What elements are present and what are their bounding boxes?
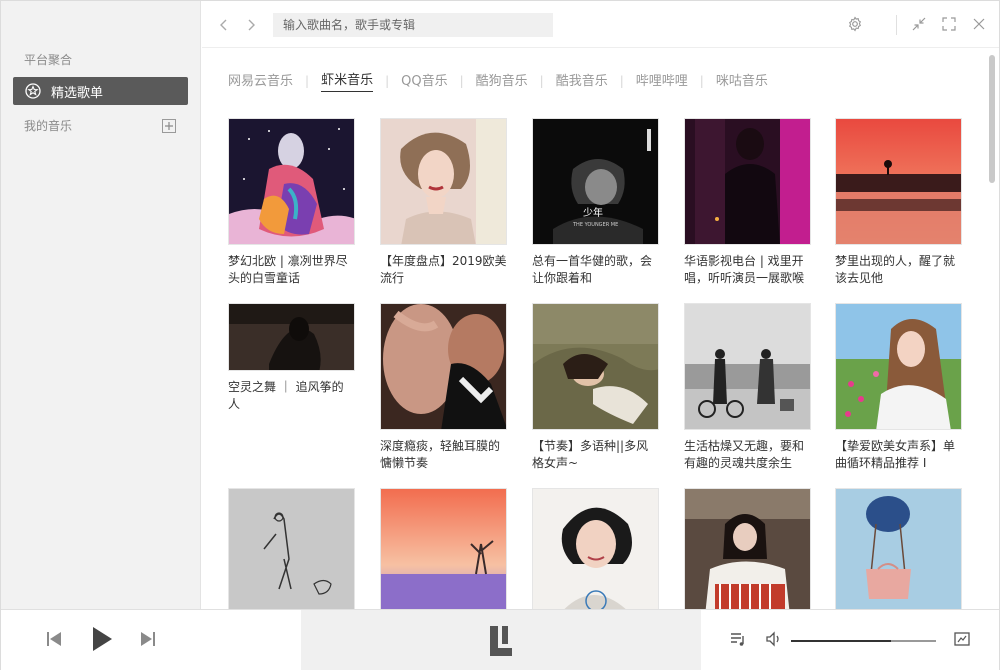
playlist-cover[interactable] [835, 488, 962, 609]
close-icon[interactable] [969, 14, 989, 34]
album3-title-text: 少年 [583, 206, 603, 219]
next-track-icon[interactable] [139, 630, 157, 648]
tab-separator: | [459, 73, 464, 88]
tab-separator: | [539, 73, 544, 88]
playlist-cover[interactable] [228, 303, 355, 371]
volume-icon[interactable] [765, 630, 783, 648]
playlist-card[interactable]: 梦里出现的人，醒了就该去见他 [835, 118, 962, 287]
star-circle-icon [25, 83, 41, 99]
playlist-grid: 梦幻北欧 | 凛冽世界尽头的白雪童话 【年度盘点】2019欧美流行 少年 THE… [228, 118, 968, 609]
playlist-title[interactable]: 梦幻北欧 | 凛冽世界尽头的白雪童话 [228, 253, 355, 287]
playlist-card[interactable] [380, 488, 507, 609]
playlist-cover[interactable] [835, 118, 962, 245]
playlist-title[interactable]: 【年度盘点】2019欧美流行 [380, 253, 507, 287]
player-bar [1, 609, 999, 670]
tab-qq[interactable]: QQ音乐 [401, 70, 447, 92]
tab-separator: | [619, 73, 624, 88]
playlist-card[interactable]: 生活枯燥又无趣，要和有趣的灵魂共度余生 [684, 303, 811, 472]
playlist-card[interactable]: 【挚爱欧美女声系】单曲循环精品推荐 I [835, 303, 962, 472]
sidebar-section-label: 平台聚合 [24, 53, 73, 67]
playlist-card[interactable]: 【节奏】多语种||多风格女声~ [532, 303, 659, 472]
tab-migu[interactable]: 咪咕音乐 [716, 70, 768, 92]
playlist-cover[interactable] [380, 303, 507, 430]
playlist-title[interactable]: 深度瘾痰，轻触耳膜的慵懒节奏 [380, 438, 507, 472]
sidebar-item-featured-playlists[interactable]: 精选歌单 [13, 77, 188, 105]
playlist-cover[interactable] [835, 303, 962, 430]
play-icon[interactable] [91, 626, 113, 652]
add-playlist-icon[interactable] [162, 118, 176, 133]
header-divider [896, 15, 897, 35]
tab-kuwo[interactable]: 酷我音乐 [556, 70, 608, 92]
app-logo-icon [490, 625, 512, 656]
app-window: 平台聚合 精选歌单 我的音乐 输入歌曲名，歌手或专辑 网易云音乐 | 虾米音乐 … [0, 0, 1000, 670]
sidebar: 平台聚合 精选歌单 我的音乐 [1, 1, 201, 609]
playlist-card[interactable]: 空灵之舞 ｜ 追风筝的人 [228, 303, 355, 413]
minimize-icon[interactable] [909, 14, 929, 34]
playlist-title[interactable]: 空灵之舞 ｜ 追风筝的人 [228, 379, 355, 413]
tab-separator: | [305, 73, 310, 88]
playlist-title[interactable]: 梦里出现的人，醒了就该去见他 [835, 253, 962, 287]
forward-arrow-icon[interactable] [243, 15, 259, 35]
header-bar [202, 1, 999, 48]
now-playing-area[interactable] [301, 610, 701, 670]
tab-netease[interactable]: 网易云音乐 [228, 70, 293, 92]
playlist-card[interactable] [532, 488, 659, 609]
playlist-cover[interactable]: 少年 THE YOUNGER ME [532, 118, 659, 245]
playlist-title[interactable]: 【挚爱欧美女声系】单曲循环精品推荐 I [835, 438, 962, 472]
playlist-queue-icon[interactable] [729, 630, 747, 648]
volume-slider-rest[interactable] [891, 640, 936, 642]
playlist-card[interactable]: 华语影视电台 | 戏里开唱，听听演员一展歌喉 [684, 118, 811, 287]
sidebar-item-label: 精选歌单 [51, 85, 104, 101]
playlist-cover[interactable] [532, 303, 659, 430]
playlist-card[interactable] [835, 488, 962, 609]
tab-separator: | [699, 73, 704, 88]
tab-separator: | [385, 73, 390, 88]
playlist-cover[interactable] [684, 118, 811, 245]
content-scrollbar[interactable] [989, 55, 995, 183]
playlist-card[interactable] [684, 488, 811, 609]
playlist-cover[interactable] [380, 118, 507, 245]
playlist-cover[interactable] [532, 488, 659, 609]
playlist-cover[interactable] [228, 118, 355, 245]
playlist-cover[interactable] [684, 488, 811, 609]
album3-subtitle-text: THE YOUNGER ME [572, 222, 618, 228]
playlist-cover[interactable] [228, 488, 355, 609]
volume-slider[interactable] [791, 640, 891, 642]
tab-bilibili[interactable]: 哔哩哔哩 [636, 70, 688, 92]
playlist-card[interactable]: 【年度盘点】2019欧美流行 [380, 118, 507, 287]
settings-gear-icon[interactable] [845, 14, 865, 34]
playlist-card[interactable]: 少年 THE YOUNGER ME 总有一首华健的歌，会让你跟着和 [532, 118, 659, 287]
playlist-card[interactable]: 梦幻北欧 | 凛冽世界尽头的白雪童话 [228, 118, 355, 287]
my-music-row: 我的音乐 [24, 117, 176, 134]
playlist-card[interactable]: 深度瘾痰，轻触耳膜的慵懒节奏 [380, 303, 507, 472]
playlist-title[interactable]: 总有一首华健的歌，会让你跟着和 [532, 253, 659, 287]
search-input[interactable] [273, 13, 553, 37]
platform-tabs: 网易云音乐 | 虾米音乐 | QQ音乐 | 酷狗音乐 | 酷我音乐 | 哔哩哔哩… [228, 69, 768, 92]
tab-kugou[interactable]: 酷狗音乐 [476, 70, 528, 92]
playlist-card[interactable] [228, 488, 355, 609]
playlist-cover[interactable] [684, 303, 811, 430]
tab-xiami[interactable]: 虾米音乐 [321, 69, 374, 92]
back-arrow-icon[interactable] [216, 15, 232, 35]
playlist-title[interactable]: 华语影视电台 | 戏里开唱，听听演员一展歌喉 [684, 253, 811, 287]
playlist-title[interactable]: 生活枯燥又无趣，要和有趣的灵魂共度余生 [684, 438, 811, 472]
lyrics-window-icon[interactable] [953, 630, 971, 648]
fullscreen-icon[interactable] [939, 14, 959, 34]
playlist-cover[interactable] [380, 488, 507, 609]
my-music-label: 我的音乐 [24, 119, 73, 133]
previous-track-icon[interactable] [45, 630, 63, 648]
playlist-title[interactable]: 【节奏】多语种||多风格女声~ [532, 438, 659, 472]
